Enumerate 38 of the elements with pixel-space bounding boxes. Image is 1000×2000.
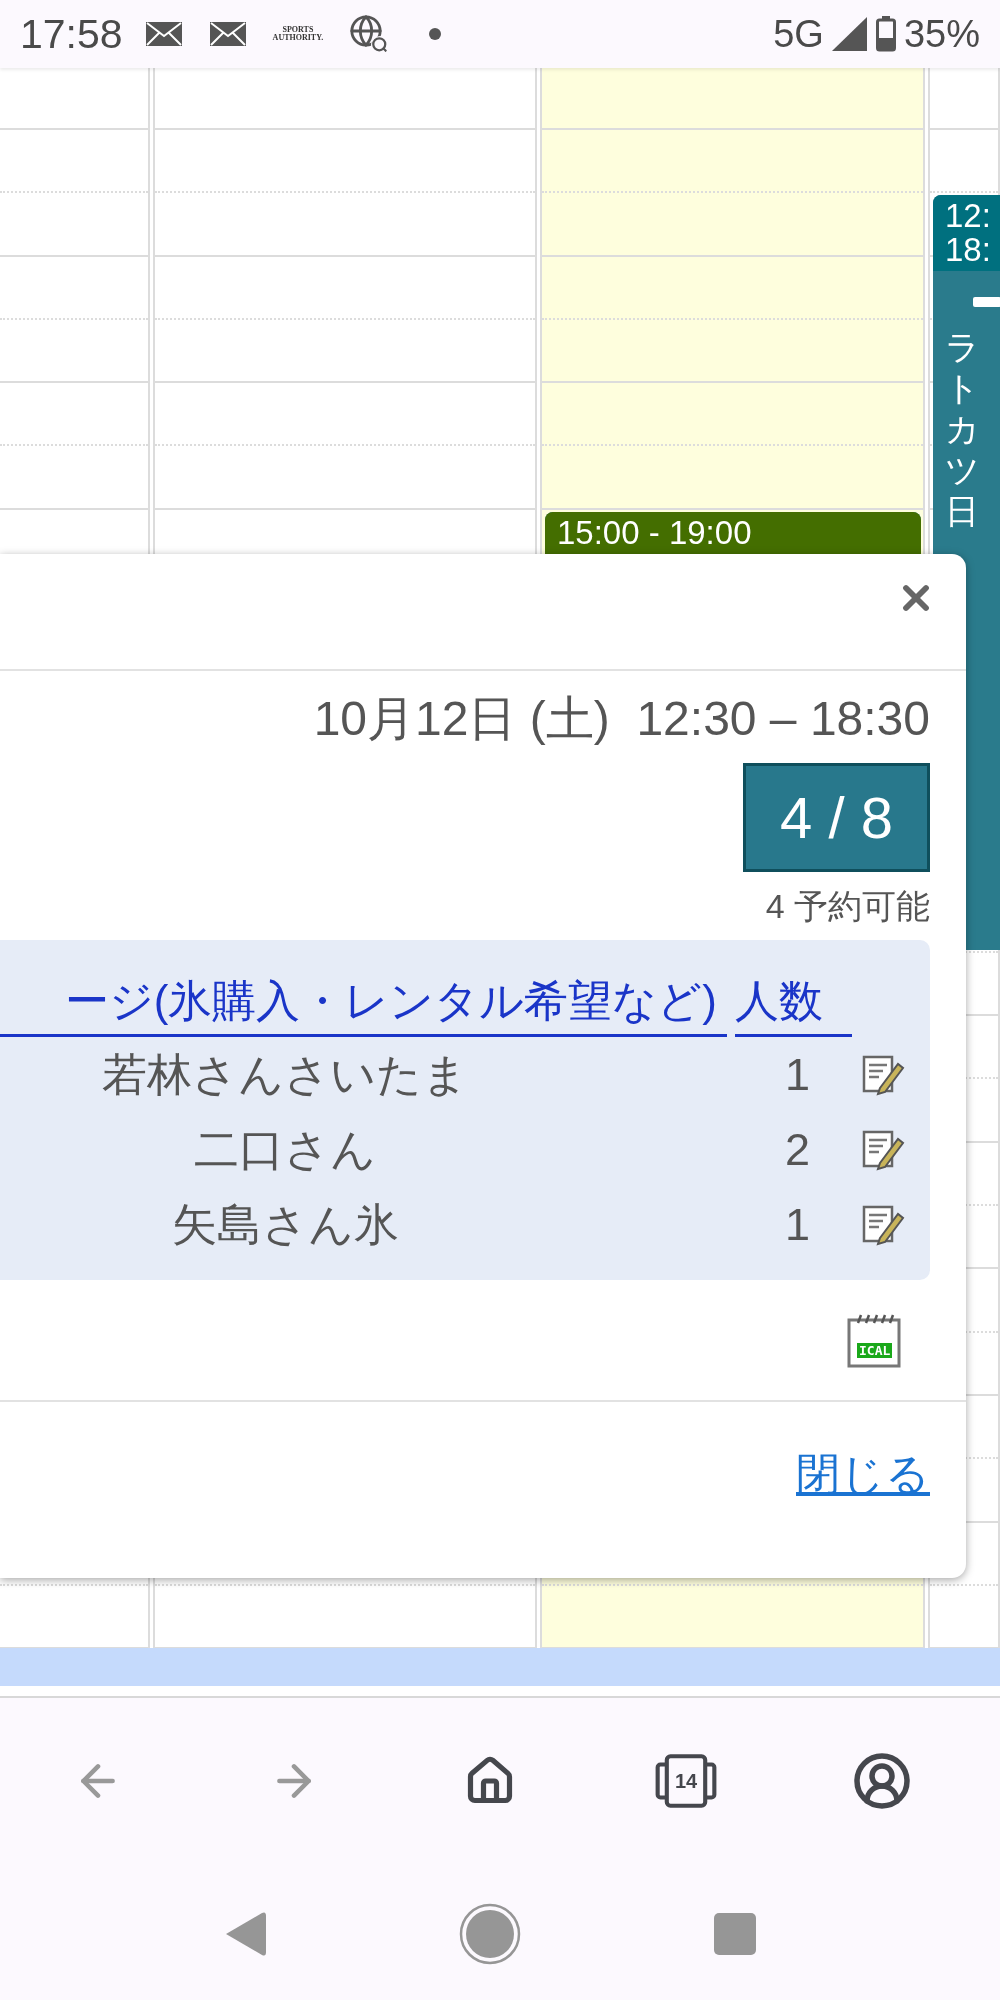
sports-logo: SPORTS AUTHORITY. xyxy=(272,26,324,42)
mail-icon xyxy=(208,21,247,47)
event-text: ラ xyxy=(945,327,981,368)
signal-icon xyxy=(831,17,868,51)
mail-icon xyxy=(144,21,183,47)
system-home-button[interactable] xyxy=(457,1902,522,1966)
clock: 17:58 xyxy=(20,10,123,58)
event-time: 12: xyxy=(945,199,992,233)
table-cell-text: 1 xyxy=(783,1048,811,1102)
recents-icon xyxy=(712,1912,757,1956)
event-time: 15:00 - 19:00 xyxy=(557,516,753,550)
globe-search-icon xyxy=(349,14,390,54)
table-cell-text: 1 xyxy=(783,1198,811,1252)
column-header: ージ(氷購入・レンタル希望など) xyxy=(0,968,727,1037)
battery-icon xyxy=(875,16,896,52)
event-time: 18: xyxy=(945,233,992,267)
network-type: 5G xyxy=(773,12,824,56)
tabs-icon xyxy=(654,1751,718,1811)
event-text: ト xyxy=(945,368,981,409)
home-icon xyxy=(458,1903,521,1965)
table-cell-text: 二口さん xyxy=(193,1123,377,1177)
table-cell-text: 若林さんさいたま xyxy=(101,1048,469,1102)
dash-mark xyxy=(973,297,1000,307)
availability-text: 4 予約可能 xyxy=(765,886,930,927)
close-link[interactable]: 閉じる xyxy=(796,1446,930,1502)
event-text: カ xyxy=(945,409,981,450)
capacity-badge: 4 / 8 xyxy=(743,763,930,872)
table-cell-text: 矢島さん氷 xyxy=(170,1198,400,1252)
event-text: 日 xyxy=(945,491,980,532)
table-cell-text: 2 xyxy=(783,1123,811,1177)
ical-button[interactable]: ICAL xyxy=(847,1314,911,1368)
battery-level: 35% xyxy=(903,12,980,56)
event-text: ツ xyxy=(945,450,981,491)
account-icon xyxy=(852,1751,912,1811)
column-header: 人数 xyxy=(735,968,852,1037)
dot-icon xyxy=(429,28,442,40)
event-datetime: 10月12日 (土) 12:30 – 18:30 xyxy=(313,691,930,747)
tabs-button[interactable]: 14 xyxy=(654,1749,718,1813)
